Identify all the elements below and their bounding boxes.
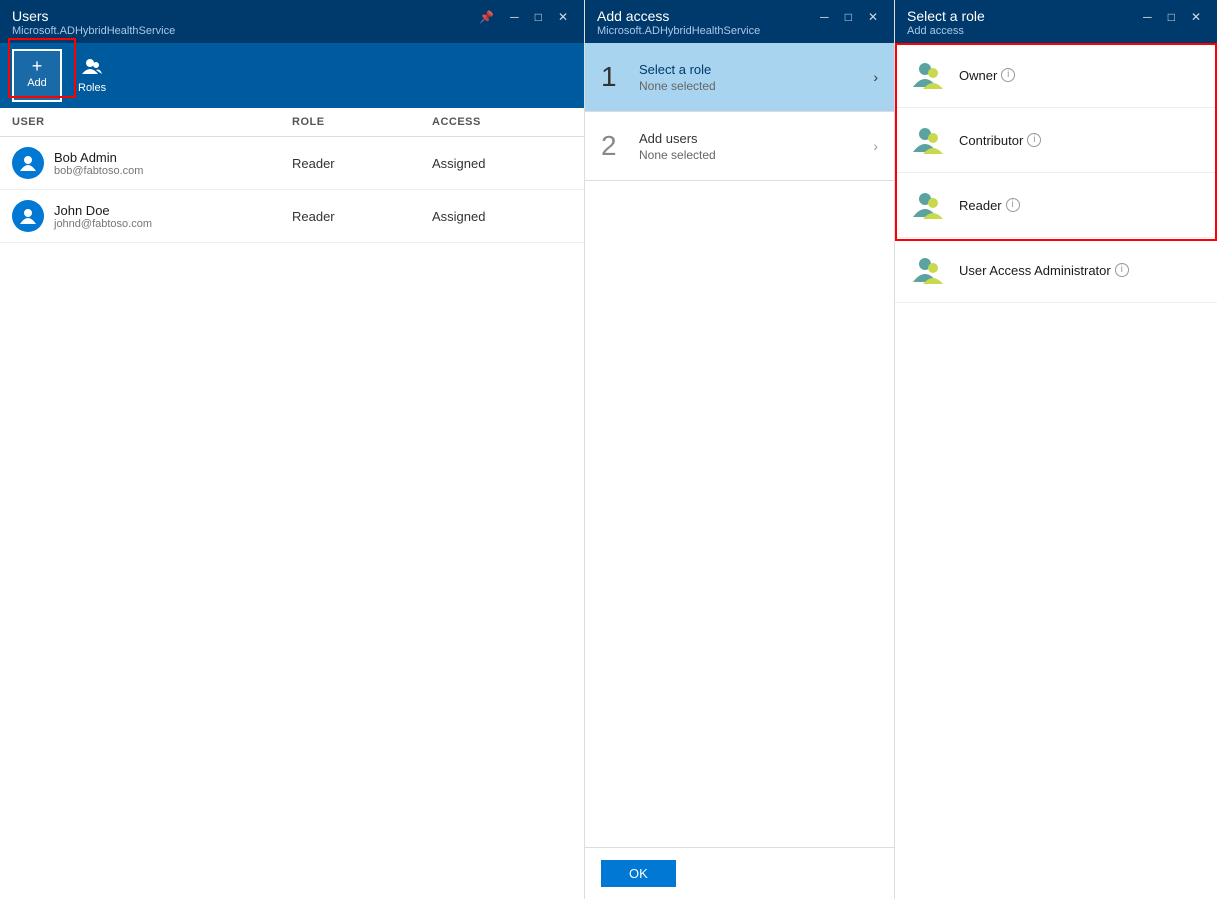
users-pin-btn[interactable]: 📌	[475, 8, 498, 26]
step-2-content: Add users None selected	[639, 131, 873, 162]
avatar-bob	[12, 147, 44, 179]
owner-info-icon[interactable]: i	[1001, 68, 1015, 82]
users-title: Users	[12, 8, 175, 24]
select-role-title-left: Select a role Add access	[907, 8, 985, 37]
users-close-btn[interactable]: ✕	[554, 8, 572, 26]
add-access-title-bar: Add access Microsoft.ADHybridHealthServi…	[585, 0, 894, 43]
users-toolbar: + Add Roles	[0, 43, 584, 108]
role-list: Owner i Contributor i	[895, 43, 1217, 899]
add-icon: +	[32, 57, 43, 75]
step-1-title: Select a role	[639, 62, 873, 77]
role-item-owner[interactable]: Owner i	[895, 43, 1217, 108]
select-role-close-btn[interactable]: ✕	[1187, 8, 1205, 26]
step-2-item[interactable]: 2 Add users None selected ›	[585, 112, 894, 181]
roles-button[interactable]: Roles	[66, 49, 118, 102]
roles-label: Roles	[78, 82, 106, 94]
users-minimize-btn[interactable]: ─	[506, 8, 523, 26]
user-info-bob: Bob Admin bob@fabtoso.com	[54, 150, 143, 177]
role-icon-user-access-admin	[911, 252, 947, 288]
role-item-reader[interactable]: Reader i	[895, 173, 1217, 238]
users-maximize-btn[interactable]: □	[531, 8, 546, 26]
users-table-header: USER ROLE ACCESS	[0, 108, 584, 137]
col-access-header: ACCESS	[432, 116, 572, 128]
users-window-controls: 📌 ─ □ ✕	[475, 8, 572, 26]
col-user-header: USER	[12, 116, 292, 128]
add-access-title: Add access	[597, 8, 760, 24]
steps-container: 1 Select a role None selected › 2 Add us…	[585, 43, 894, 445]
user-name-bob: Bob Admin	[54, 150, 143, 165]
role-name-user-access-admin: User Access Administrator	[959, 263, 1111, 278]
users-title-bar: Users Microsoft.ADHybridHealthService 📌 …	[0, 0, 584, 43]
user-email-bob: bob@fabtoso.com	[54, 165, 143, 177]
role-icon-contributor	[911, 122, 947, 158]
users-panel: Users Microsoft.ADHybridHealthService 📌 …	[0, 0, 585, 899]
role-cell-bob: Reader	[292, 156, 432, 171]
role-icon-owner	[911, 57, 947, 93]
add-access-maximize-btn[interactable]: □	[841, 8, 856, 26]
ok-button[interactable]: OK	[601, 860, 676, 887]
avatar-john	[12, 200, 44, 232]
add-access-close-btn[interactable]: ✕	[864, 8, 882, 26]
add-button[interactable]: + Add	[12, 49, 62, 102]
step-2-chevron: ›	[873, 138, 878, 154]
user-name-john: John Doe	[54, 203, 152, 218]
table-row[interactable]: Bob Admin bob@fabtoso.com Reader Assigne…	[0, 137, 584, 190]
add-access-window-controls: ─ □ ✕	[816, 8, 882, 26]
step-1-chevron: ›	[873, 69, 878, 85]
step-2-number: 2	[601, 130, 625, 162]
step-1-item[interactable]: 1 Select a role None selected ›	[585, 43, 894, 112]
add-access-panel: Add access Microsoft.ADHybridHealthServi…	[585, 0, 895, 899]
select-role-title-bar: Select a role Add access ─ □ ✕	[895, 0, 1217, 43]
role-name-owner: Owner	[959, 68, 997, 83]
select-role-window-controls: ─ □ ✕	[1139, 8, 1205, 26]
contributor-info-icon[interactable]: i	[1027, 133, 1041, 147]
users-title-left: Users Microsoft.ADHybridHealthService	[12, 8, 175, 37]
access-cell-john: Assigned	[432, 209, 572, 224]
role-item-contributor[interactable]: Contributor i	[895, 108, 1217, 173]
role-name-reader: Reader	[959, 198, 1002, 213]
role-icon-reader	[911, 187, 947, 223]
select-role-subtitle: Add access	[907, 25, 985, 37]
step-2-subtitle: None selected	[639, 148, 873, 162]
add-access-title-left: Add access Microsoft.ADHybridHealthServi…	[597, 8, 760, 37]
reader-info-icon[interactable]: i	[1006, 198, 1020, 212]
user-info-john: John Doe johnd@fabtoso.com	[54, 203, 152, 230]
select-role-panel: Select a role Add access ─ □ ✕	[895, 0, 1217, 899]
access-cell-bob: Assigned	[432, 156, 572, 171]
step-1-subtitle: None selected	[639, 79, 873, 93]
ok-bar: OK	[585, 847, 894, 899]
add-label: Add	[27, 77, 47, 89]
role-cell-john: Reader	[292, 209, 432, 224]
add-access-subtitle: Microsoft.ADHybridHealthService	[597, 25, 760, 37]
user-cell-john: John Doe johnd@fabtoso.com	[12, 200, 292, 232]
role-name-contributor: Contributor	[959, 133, 1023, 148]
select-role-maximize-btn[interactable]: □	[1164, 8, 1179, 26]
step-1-content: Select a role None selected	[639, 62, 873, 93]
users-table: Bob Admin bob@fabtoso.com Reader Assigne…	[0, 137, 584, 899]
table-row[interactable]: John Doe johnd@fabtoso.com Reader Assign…	[0, 190, 584, 243]
user-cell-bob: Bob Admin bob@fabtoso.com	[12, 147, 292, 179]
user-access-admin-info-icon[interactable]: i	[1115, 263, 1129, 277]
add-access-minimize-btn[interactable]: ─	[816, 8, 833, 26]
roles-icon	[82, 57, 102, 80]
users-subtitle: Microsoft.ADHybridHealthService	[12, 25, 175, 37]
select-role-minimize-btn[interactable]: ─	[1139, 8, 1156, 26]
select-role-title: Select a role	[907, 8, 985, 24]
step-2-title: Add users	[639, 131, 873, 146]
step-1-number: 1	[601, 61, 625, 93]
role-item-user-access-admin[interactable]: User Access Administrator i	[895, 238, 1217, 303]
user-email-john: johnd@fabtoso.com	[54, 218, 152, 230]
col-role-header: ROLE	[292, 116, 432, 128]
